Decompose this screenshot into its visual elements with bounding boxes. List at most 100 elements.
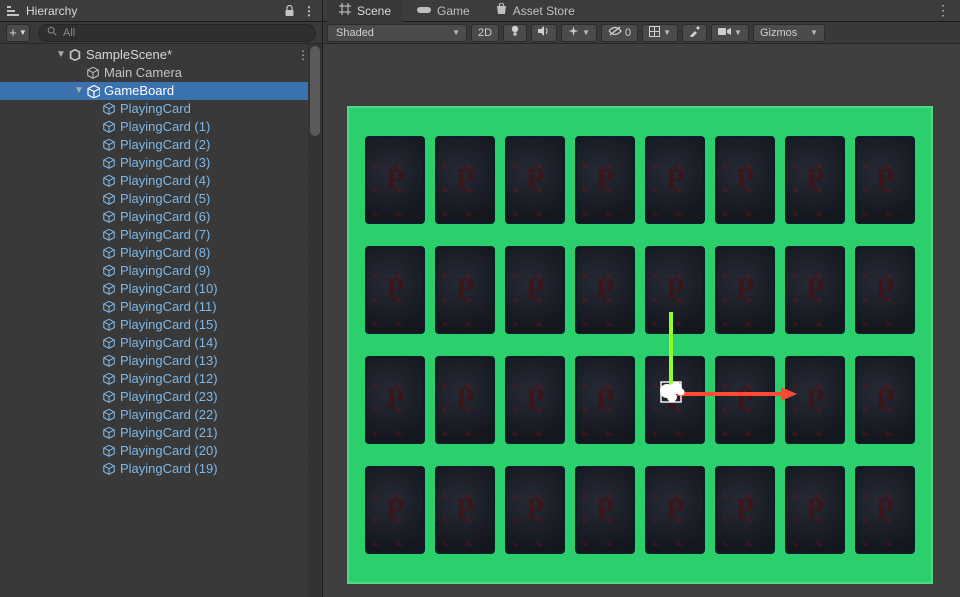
prefab-label: PlayingCard (5)	[116, 190, 210, 208]
prefab-icon	[102, 426, 116, 440]
playing-card[interactable]	[505, 136, 565, 224]
search-input[interactable]: All	[38, 24, 316, 42]
prefab-row[interactable]: PlayingCard (10)›	[0, 280, 322, 298]
playing-card[interactable]	[505, 356, 565, 444]
playing-card[interactable]	[645, 246, 705, 334]
playing-card[interactable]	[855, 356, 915, 444]
playing-card[interactable]	[435, 246, 495, 334]
playing-card[interactable]	[645, 136, 705, 224]
lighting-button[interactable]	[503, 24, 527, 42]
scene-row[interactable]: ▼ SampleScene* ⋮	[0, 46, 322, 64]
prefab-row[interactable]: PlayingCard (3)›	[0, 154, 322, 172]
playing-card[interactable]	[505, 246, 565, 334]
prefab-row[interactable]: PlayingCard (21)›	[0, 424, 322, 442]
prefab-label: PlayingCard (19)	[116, 460, 218, 478]
tab-context-menu-icon[interactable]: ⋮	[926, 2, 960, 19]
lock-icon[interactable]	[282, 4, 296, 18]
prefab-row[interactable]: PlayingCard (1)›	[0, 118, 322, 136]
prefab-row[interactable]: PlayingCard (2)›	[0, 136, 322, 154]
shading-mode-dropdown[interactable]: Shaded ▼	[327, 24, 467, 42]
eye-off-icon	[608, 26, 622, 39]
playing-card[interactable]	[645, 356, 705, 444]
prefab-row[interactable]: PlayingCard (11)›	[0, 298, 322, 316]
hierarchy-tree[interactable]: ▼ SampleScene* ⋮ Main Camera ▼ GameBoard…	[0, 44, 322, 597]
playing-card[interactable]	[855, 466, 915, 554]
hierarchy-panel: Hierarchy ⋮ +▼ All ▼ SampleScene*	[0, 0, 323, 597]
playing-card[interactable]	[575, 466, 635, 554]
tab-scene[interactable]: Scene	[327, 0, 403, 22]
visibility-button[interactable]: 0	[601, 24, 638, 42]
gizmos-dropdown[interactable]: Gizmos ▼	[753, 24, 825, 42]
prefab-row[interactable]: PlayingCard (19)›	[0, 460, 322, 478]
scene-view[interactable]	[323, 44, 960, 597]
playing-card[interactable]	[575, 246, 635, 334]
playing-card[interactable]	[855, 136, 915, 224]
playing-card[interactable]	[645, 466, 705, 554]
prefab-row[interactable]: PlayingCard (5)›	[0, 190, 322, 208]
playing-card[interactable]	[715, 466, 775, 554]
audio-button[interactable]	[531, 24, 557, 42]
prefab-icon	[102, 282, 116, 296]
prefab-row[interactable]: PlayingCard (7)›	[0, 226, 322, 244]
prefab-icon	[102, 300, 116, 314]
prefab-row[interactable]: PlayingCard (13)›	[0, 352, 322, 370]
playing-card[interactable]	[435, 136, 495, 224]
prefab-row[interactable]: PlayingCard (23)›	[0, 388, 322, 406]
prefab-row[interactable]: PlayingCard (20)›	[0, 442, 322, 460]
prefab-icon	[102, 174, 116, 188]
prefab-row[interactable]: PlayingCard (8)›	[0, 244, 322, 262]
playing-card[interactable]	[365, 246, 425, 334]
prefab-icon	[102, 138, 116, 152]
prefab-row[interactable]: PlayingCard (12)›	[0, 370, 322, 388]
gameobject-icon	[86, 84, 100, 98]
playing-card[interactable]	[785, 136, 845, 224]
prefab-row[interactable]: PlayingCard›	[0, 100, 322, 118]
playing-card[interactable]	[715, 356, 775, 444]
prefab-icon	[102, 444, 116, 458]
tab-asset-store[interactable]: Asset Store	[484, 0, 587, 22]
playing-card[interactable]	[715, 246, 775, 334]
camera-dropdown[interactable]: ▼	[711, 24, 749, 42]
tab-scene-label: Scene	[357, 4, 391, 18]
prefab-row[interactable]: PlayingCard (14)›	[0, 334, 322, 352]
gameboard-row[interactable]: ▼ GameBoard	[0, 82, 322, 100]
prefab-label: PlayingCard (8)	[116, 244, 210, 262]
tools-button[interactable]	[682, 24, 707, 42]
effects-dropdown[interactable]: ▼	[561, 24, 597, 42]
grid-dropdown[interactable]: ▼	[642, 24, 678, 42]
playing-card[interactable]	[365, 136, 425, 224]
playing-card[interactable]	[715, 136, 775, 224]
playing-card[interactable]	[575, 356, 635, 444]
expand-arrow-icon[interactable]: ▼	[54, 46, 68, 64]
dropdown-caret-icon: ▼	[452, 28, 460, 37]
playing-card[interactable]	[855, 246, 915, 334]
context-menu-icon[interactable]: ⋮	[302, 4, 316, 18]
toggle-2d-button[interactable]: 2D	[471, 24, 499, 42]
scene-label: SampleScene*	[82, 46, 172, 64]
scrollbar-thumb[interactable]	[310, 46, 320, 136]
prefab-row[interactable]: PlayingCard (15)›	[0, 316, 322, 334]
tools-icon	[689, 26, 700, 40]
playing-card[interactable]	[435, 466, 495, 554]
expand-arrow-icon[interactable]: ▼	[72, 82, 86, 100]
tab-game[interactable]: Game	[405, 0, 482, 22]
prefab-label: PlayingCard (4)	[116, 172, 210, 190]
gameboard-sprite[interactable]	[347, 106, 933, 584]
main-camera-row[interactable]: Main Camera	[0, 64, 322, 82]
playing-card[interactable]	[575, 136, 635, 224]
playing-card[interactable]	[365, 466, 425, 554]
playing-card[interactable]	[785, 356, 845, 444]
playing-card[interactable]	[785, 466, 845, 554]
prefab-row[interactable]: PlayingCard (6)›	[0, 208, 322, 226]
playing-card[interactable]	[365, 356, 425, 444]
playing-card[interactable]	[505, 466, 565, 554]
prefab-row[interactable]: PlayingCard (22)›	[0, 406, 322, 424]
playing-card[interactable]	[435, 356, 495, 444]
playing-card[interactable]	[785, 246, 845, 334]
scene-tabs: Scene Game Asset Store ⋮	[323, 0, 960, 22]
prefab-row[interactable]: PlayingCard (4)›	[0, 172, 322, 190]
add-button[interactable]: +▼	[6, 24, 30, 42]
prefab-row[interactable]: PlayingCard (9)›	[0, 262, 322, 280]
sparkle-icon	[568, 26, 579, 40]
scrollbar[interactable]	[308, 44, 322, 597]
